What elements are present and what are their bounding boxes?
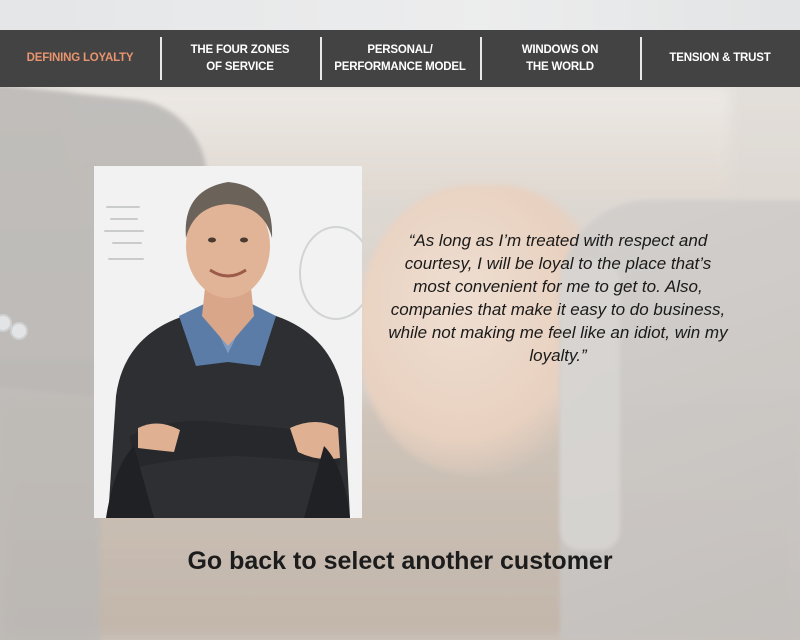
nav-item-label: DEFINING LOYALTY xyxy=(26,52,134,64)
nav-item-four-zones-of-service[interactable]: THE FOUR ZONES OF SERVICE xyxy=(160,30,320,87)
nav-item-tension-and-trust[interactable]: TENSION & TRUST xyxy=(640,30,800,87)
nav-item-label: WINDOWS ON THE WORLD xyxy=(521,43,599,73)
nav-item-defining-loyalty[interactable]: DEFINING LOYALTY xyxy=(0,30,160,87)
back-to-select-customer-link[interactable]: Go back to select another customer xyxy=(0,547,800,576)
top-navigation-bar: DEFINING LOYALTY THE FOUR ZONES OF SERVI… xyxy=(0,30,800,87)
person-figure xyxy=(106,182,350,518)
nav-item-personal-performance-model[interactable]: PERSONAL/ PERFORMANCE MODEL xyxy=(320,30,480,87)
customer-portrait-photo xyxy=(94,166,362,518)
customer-quote: “As long as I’m treated with respect and… xyxy=(388,231,728,365)
nav-item-windows-on-the-world[interactable]: WINDOWS ON THE WORLD xyxy=(480,30,640,87)
nav-item-label: THE FOUR ZONES OF SERVICE xyxy=(190,43,290,73)
nav-item-label: TENSION & TRUST xyxy=(669,52,771,64)
nav-item-label: PERSONAL/ PERFORMANCE MODEL xyxy=(334,43,466,73)
